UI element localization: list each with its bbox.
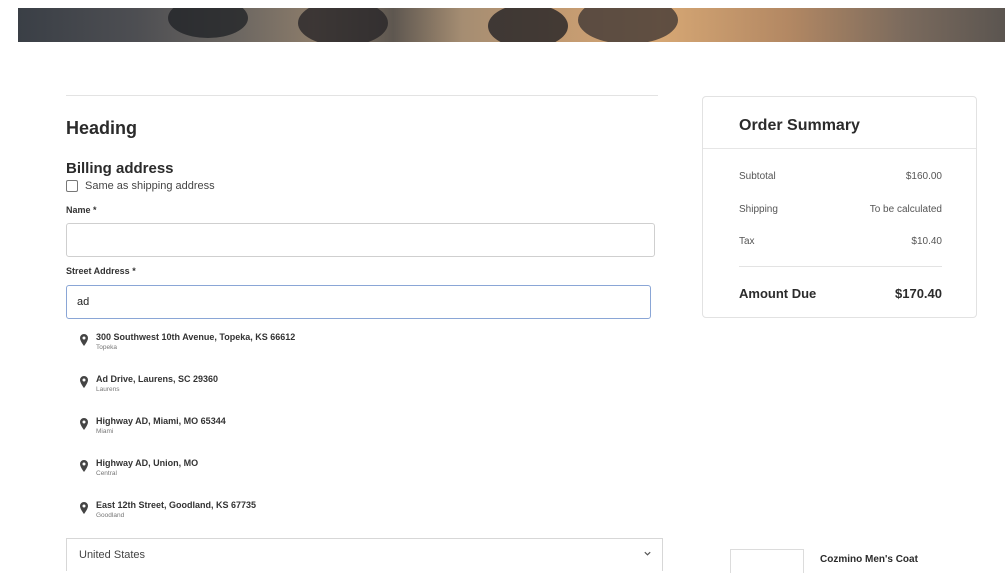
location-pin-icon [80, 502, 88, 514]
street-address-input[interactable] [66, 285, 651, 319]
suggestion-address: 300 Southwest 10th Avenue, Topeka, KS 66… [96, 332, 296, 342]
address-suggestion[interactable]: Highway AD, Union, MO Central [78, 458, 198, 479]
hero-shape [488, 8, 568, 42]
subtotal-row: Subtotal $160.00 [739, 171, 942, 182]
suggestion-address: Highway AD, Union, MO [96, 458, 199, 468]
same-as-shipping-checkbox[interactable] [66, 180, 78, 192]
total-divider [739, 266, 942, 267]
hero-shape [578, 8, 678, 42]
same-as-shipping-row[interactable]: Same as shipping address [66, 180, 215, 192]
suggestion-city: Miami [96, 428, 114, 435]
location-pin-icon [80, 460, 88, 472]
amount-due-value: $170.40 [895, 286, 942, 301]
chevron-down-icon [644, 551, 651, 556]
address-suggestion[interactable]: Ad Drive, Laurens, SC 29360 Laurens [78, 374, 218, 395]
shipping-label: Shipping [739, 204, 778, 215]
form-heading: Heading [66, 118, 138, 138]
street-address-label: Street Address * [66, 266, 136, 276]
address-suggestion[interactable]: East 12th Street, Goodland, KS 67735 Good… [78, 500, 256, 521]
billing-address-title: Billing address [66, 160, 174, 177]
same-as-shipping-label: Same as shipping address [85, 180, 215, 192]
amount-due-label: Amount Due [739, 286, 817, 301]
country-select[interactable]: United States [66, 538, 663, 571]
name-input[interactable] [66, 223, 655, 257]
order-summary-card: Order Summary Subtotal $160.00 Shipping … [702, 96, 977, 318]
shipping-row: Shipping To be calculated [739, 204, 942, 215]
suggestion-city: Central [96, 470, 117, 477]
amount-due-row: Amount Due $170.40 [739, 286, 942, 301]
suggestion-address: Highway AD, Miami, MO 65344 [96, 416, 226, 426]
location-pin-icon [80, 418, 88, 430]
address-suggestion[interactable]: 300 Southwest 10th Avenue, Topeka, KS 66… [78, 332, 295, 353]
card-divider [703, 148, 976, 149]
tax-value: $10.40 [911, 236, 942, 247]
hero-shape [298, 8, 388, 42]
name-label: Name * [66, 205, 97, 215]
section-divider [66, 95, 658, 96]
address-suggestion[interactable]: Highway AD, Miami, MO 65344 Miami [78, 416, 226, 437]
product-name: Cozmino Men's Coat [820, 554, 918, 565]
hero-banner-image [18, 8, 1005, 42]
product-thumbnail [730, 549, 804, 573]
location-pin-icon [80, 376, 88, 388]
suggestion-city: Topeka [96, 344, 117, 351]
order-summary-title: Order Summary [739, 117, 860, 134]
country-select-value: United States [79, 549, 146, 561]
hero-shape [168, 8, 248, 38]
suggestion-city: Laurens [96, 386, 120, 393]
shipping-value: To be calculated [869, 204, 942, 215]
tax-label: Tax [739, 236, 755, 247]
suggestion-address: Ad Drive, Laurens, SC 29360 [96, 374, 219, 384]
subtotal-value: $160.00 [905, 171, 942, 182]
location-pin-icon [80, 334, 88, 346]
suggestion-city: Goodland [96, 512, 125, 519]
suggestion-address: East 12th Street, Goodland, KS 67735 [96, 500, 257, 510]
tax-row: Tax $10.40 [739, 236, 942, 247]
subtotal-label: Subtotal [739, 171, 776, 182]
